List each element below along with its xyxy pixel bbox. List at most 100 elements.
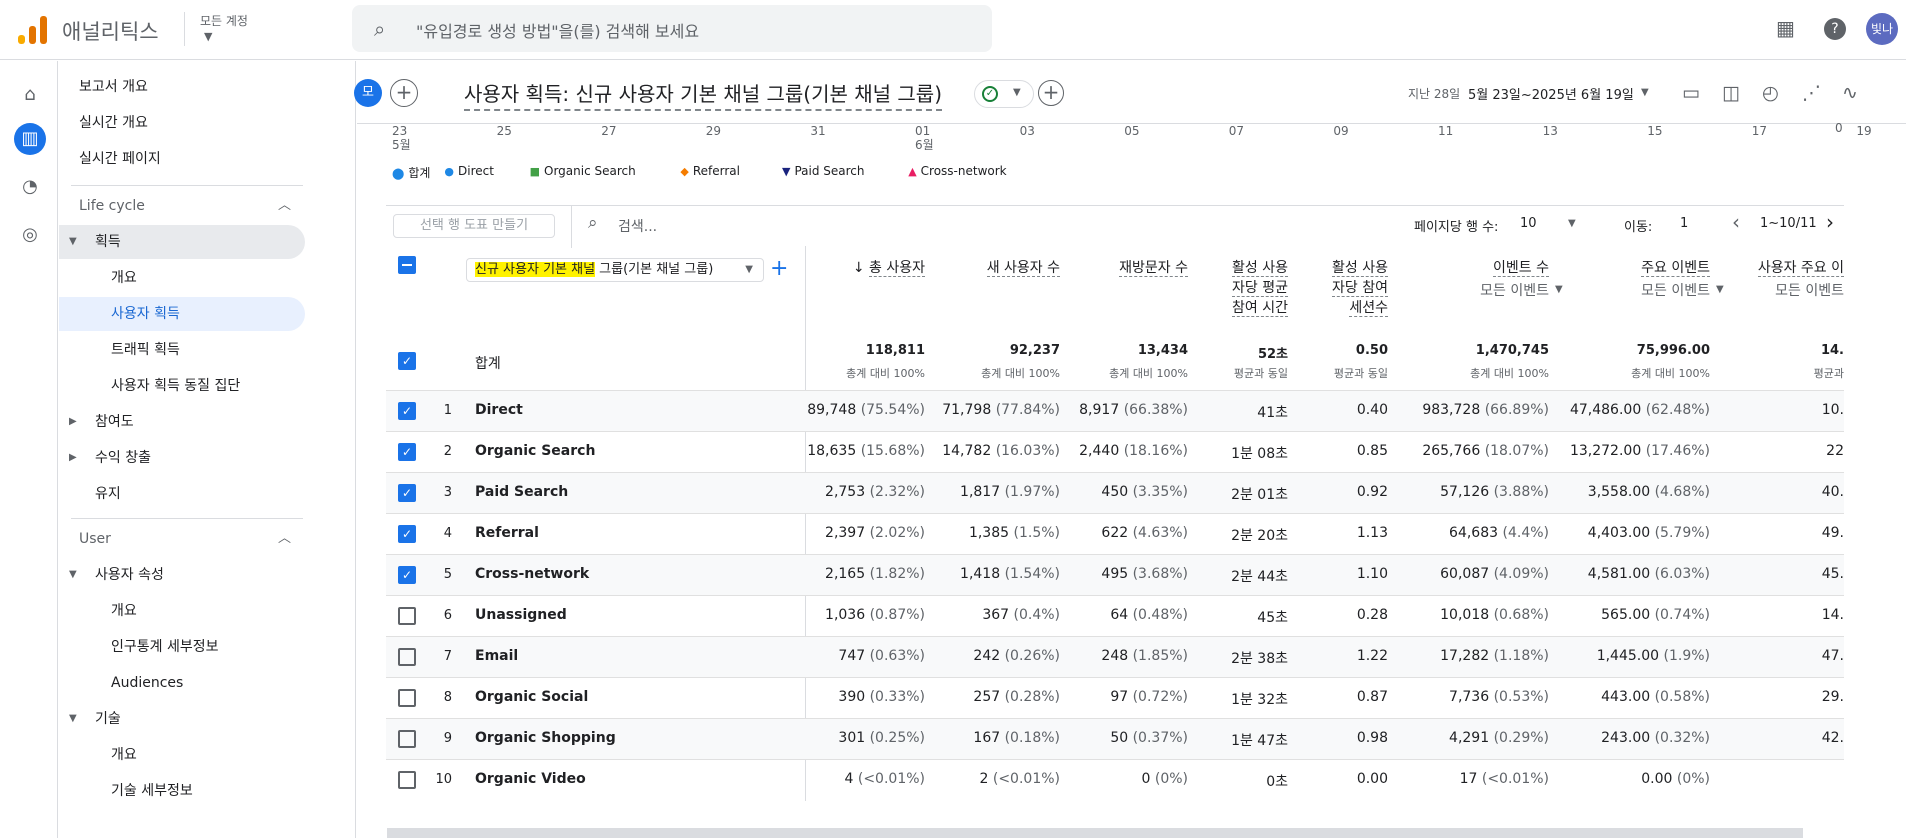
sidebar-group-acquisition[interactable]: ▼ 획득 bbox=[59, 225, 305, 259]
share-icon[interactable]: ⋰ bbox=[1802, 82, 1821, 104]
date-range-value[interactable]: 5월 23일~2025년 6월 19일 bbox=[1468, 84, 1634, 103]
metric-filter-select[interactable]: 모든 이벤트 bbox=[1560, 280, 1710, 300]
explore-icon[interactable]: ◔ bbox=[14, 171, 46, 203]
caret-down-icon[interactable]: ▼ bbox=[1641, 87, 1649, 98]
table-row[interactable]: ✓ 1 Direct 89,748 (75.54%) 71,798 (77.84%) 8,… bbox=[386, 390, 1844, 431]
cell-value: 57,126 bbox=[1440, 484, 1490, 500]
select-all-checkbox[interactable] bbox=[398, 256, 416, 274]
sidebar-section-user[interactable]: User ︿ bbox=[59, 522, 305, 556]
compare-icon[interactable]: ◫ bbox=[1722, 82, 1740, 104]
column-header[interactable]: ↓ 총 사용자 bbox=[775, 258, 925, 278]
global-search-bar[interactable]: ⌕ "유입경로 생성 방법"을(를) 검색해 보세요 bbox=[352, 5, 992, 52]
row-label[interactable]: Organic Social bbox=[475, 689, 588, 705]
sidebar-item-reports-overview[interactable]: 보고서 개요 bbox=[59, 70, 305, 104]
table-row[interactable]: 10 Organic Video 4 (<0.01%) 2 (<0.01%) 0 (0%… bbox=[386, 759, 1844, 800]
help-icon[interactable]: ? bbox=[1824, 18, 1846, 40]
legend-item[interactable]: ◆ Referral bbox=[680, 164, 740, 178]
legend-item[interactable]: ⬤ 합계 bbox=[392, 164, 430, 181]
table-row[interactable]: ✓ 3 Paid Search 2,753 (2.32%) 1,817 (1.97%) 4… bbox=[386, 472, 1844, 513]
table-row[interactable]: ✓ 5 Cross-network 2,165 (1.82%) 1,418 (1.54%… bbox=[386, 554, 1844, 595]
legend-item[interactable]: ■ Organic Search bbox=[530, 164, 636, 178]
edit-report-icon[interactable]: ▭ bbox=[1682, 82, 1700, 104]
caret-down-icon[interactable]: ▼ bbox=[1568, 218, 1576, 229]
sidebar-item-realtime-pages[interactable]: 실시간 페이지 bbox=[59, 142, 305, 176]
cell-value: 2분 01초 bbox=[1231, 487, 1288, 503]
column-header[interactable]: 주요 이벤트 bbox=[1560, 258, 1710, 278]
horizontal-scrollbar[interactable] bbox=[387, 828, 1803, 838]
legend-item[interactable]: ▼ Paid Search bbox=[782, 164, 865, 178]
comparison-chip[interactable]: 모 bbox=[354, 79, 382, 107]
sidebar-group-tech[interactable]: ▼ 기술 bbox=[59, 702, 305, 736]
sidebar-item-user-acquisition[interactable]: 사용자 획득 bbox=[59, 297, 305, 331]
cell-percent: (18.07%) bbox=[1484, 443, 1549, 459]
apps-grid-icon[interactable]: ▦ bbox=[1776, 16, 1795, 40]
goto-page-input[interactable]: 1 bbox=[1680, 216, 1688, 231]
sidebar-group-user-attributes[interactable]: ▼ 사용자 속성 bbox=[59, 558, 305, 592]
column-header[interactable]: 이벤트 수 bbox=[1399, 258, 1549, 278]
sidebar-item-realtime-overview[interactable]: 실시간 개요 bbox=[59, 106, 305, 140]
row-label[interactable]: Referral bbox=[475, 525, 539, 541]
sidebar-item-traffic-acquisition[interactable]: 트래픽 획득 bbox=[59, 333, 305, 367]
sidebar-item-tech-details[interactable]: 기술 세부정보 bbox=[59, 774, 305, 808]
sidebar-item-acq-overview[interactable]: 개요 bbox=[59, 261, 305, 295]
column-header[interactable]: 활성 사용 자당 참여 세션수 bbox=[1238, 258, 1388, 318]
trend-icon[interactable]: ∿ bbox=[1842, 82, 1858, 104]
sidebar-section-lifecycle[interactable]: Life cycle ︿ bbox=[59, 189, 305, 223]
row-label[interactable]: Cross-network bbox=[475, 566, 589, 582]
plot-rows-button[interactable]: 선택 행 도표 만들기 bbox=[393, 214, 555, 238]
legend-item[interactable]: ▲ Cross-network bbox=[908, 164, 1006, 178]
sidebar-group-monetization[interactable]: ▶ 수익 창출 bbox=[59, 441, 305, 475]
brand-name[interactable]: 애널리틱스 bbox=[62, 16, 159, 46]
table-cell: 50 (0.37%) bbox=[1110, 730, 1188, 746]
y-axis-tick: 0 bbox=[1835, 121, 1843, 135]
sidebar-item-acq-cohort[interactable]: 사용자 획득 동질 집단 bbox=[59, 369, 305, 403]
add-filter-button[interactable]: + bbox=[1038, 80, 1064, 106]
chevron-left-icon[interactable]: ‹ bbox=[1732, 210, 1740, 234]
metric-filter-select[interactable]: 모든 이벤트 bbox=[1694, 280, 1844, 300]
row-label[interactable]: Organic Video bbox=[475, 771, 586, 787]
totals-checkbox[interactable]: ✓ bbox=[398, 352, 416, 370]
sidebar-item-demographics[interactable]: 인구통계 세부정보 bbox=[59, 630, 305, 664]
sidebar-item-retention[interactable]: 유지 bbox=[59, 477, 305, 511]
row-label[interactable]: Organic Search bbox=[475, 443, 595, 459]
row-label[interactable]: Paid Search bbox=[475, 484, 568, 500]
metric-filter-select[interactable]: 모든 이벤트 bbox=[1399, 280, 1549, 300]
avatar[interactable]: 빛나 bbox=[1866, 13, 1898, 45]
report-status-menu[interactable]: ✓ ▼ bbox=[974, 80, 1034, 108]
table-row[interactable]: ✓ 4 Referral 2,397 (2.02%) 1,385 (1.5%) 622 (… bbox=[386, 513, 1844, 554]
caret-down-icon[interactable]: ▼ bbox=[204, 30, 212, 43]
account-selector[interactable]: 모든 계정 bbox=[200, 12, 248, 29]
chevron-right-icon[interactable]: › bbox=[1826, 210, 1834, 234]
insights-icon[interactable]: ◴ bbox=[1762, 82, 1779, 104]
add-comparison-button[interactable]: + bbox=[390, 79, 418, 107]
table-search-input[interactable]: 검색... bbox=[618, 216, 657, 236]
date-range-label[interactable]: 지난 28일 bbox=[1408, 85, 1460, 102]
sidebar-item-tech-overview[interactable]: 개요 bbox=[59, 738, 305, 772]
dimension-selector[interactable]: 신규 사용자 기본 채널 그룹(기본 채널 그룹) ▼ bbox=[466, 258, 764, 282]
reports-icon[interactable]: ▥ bbox=[14, 123, 46, 155]
table-row[interactable]: 6 Unassigned 1,036 (0.87%) 367 (0.4%) 64 (0.… bbox=[386, 595, 1844, 636]
table-row[interactable]: 8 Organic Social 390 (0.33%) 257 (0.28%) 97 … bbox=[386, 677, 1844, 718]
cell-value: 13,272.00 bbox=[1569, 443, 1642, 459]
legend-item[interactable]: ● Direct bbox=[444, 164, 494, 178]
advertising-icon[interactable]: ◎ bbox=[14, 219, 46, 251]
table-row[interactable]: ✓ 2 Organic Search 18,635 (15.68%) 14,782 (1… bbox=[386, 431, 1844, 472]
row-label[interactable]: Email bbox=[475, 648, 518, 664]
table-row[interactable]: 9 Organic Shopping 301 (0.25%) 167 (0.18%) 5… bbox=[386, 718, 1844, 759]
table-cell: 10. bbox=[1822, 402, 1844, 418]
analytics-logo-icon[interactable] bbox=[18, 14, 48, 44]
row-number: 8 bbox=[443, 690, 452, 705]
home-icon[interactable]: ⌂ bbox=[14, 79, 46, 111]
column-header[interactable]: 사용자 주요 이 bbox=[1694, 258, 1844, 278]
rows-per-page-select[interactable]: 10 bbox=[1520, 216, 1537, 231]
page-title[interactable]: 사용자 획득: 신규 사용자 기본 채널 그룹(기본 채널 그룹) bbox=[464, 78, 943, 111]
row-label[interactable]: Unassigned bbox=[475, 607, 567, 623]
total-sub: 평균과 동일 bbox=[1333, 367, 1388, 380]
row-label[interactable]: Direct bbox=[475, 402, 523, 418]
row-label[interactable]: Organic Shopping bbox=[475, 730, 616, 746]
sidebar-item-audiences[interactable]: Audiences bbox=[59, 666, 305, 700]
row-number: 3 bbox=[443, 485, 452, 500]
table-row[interactable]: 7 Email 747 (0.63%) 242 (0.26%) 248 (1.85%) 2… bbox=[386, 636, 1844, 677]
sidebar-group-engagement[interactable]: ▶ 참여도 bbox=[59, 405, 305, 439]
sidebar-item-user-overview[interactable]: 개요 bbox=[59, 594, 305, 628]
